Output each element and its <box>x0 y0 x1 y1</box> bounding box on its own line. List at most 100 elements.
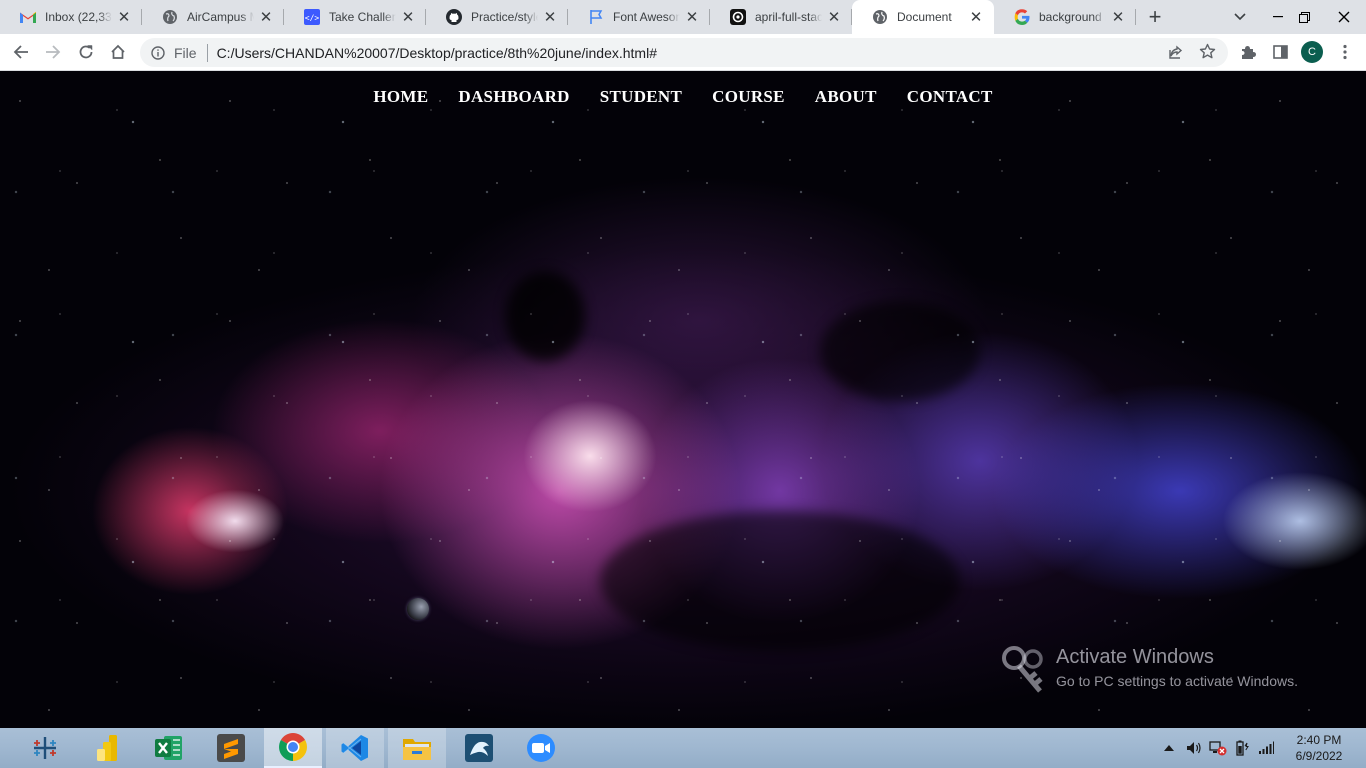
tab-inbox[interactable]: Inbox (22,331) ✕ <box>0 0 142 34</box>
windows-taskbar: 2:40 PM 6/9/2022 <box>0 728 1366 768</box>
restore-icon <box>1298 11 1310 23</box>
google-icon <box>1014 9 1030 25</box>
nav-contact-link[interactable]: CONTACT <box>907 87 993 107</box>
system-clock[interactable]: 2:40 PM 6/9/2022 <box>1283 732 1355 764</box>
new-tab-button[interactable]: + <box>1140 0 1170 34</box>
taskbar-power-bi[interactable] <box>78 728 136 768</box>
close-icon[interactable]: ✕ <box>400 9 416 26</box>
profile-avatar[interactable]: C <box>1301 41 1323 63</box>
url-text[interactable]: C:/Users/CHANDAN%20007/Desktop/practice/… <box>217 45 657 61</box>
taskbar-zoom[interactable] <box>512 728 570 768</box>
close-icon[interactable]: ✕ <box>1110 9 1126 26</box>
bookmark-star-icon[interactable] <box>1199 43 1216 63</box>
more-vertical-icon <box>1343 44 1347 60</box>
info-icon[interactable] <box>150 45 166 61</box>
key-icon <box>1002 646 1043 693</box>
speaker-icon <box>1187 742 1201 754</box>
tab-title: april-full-stack <box>755 10 822 24</box>
tableau-icon <box>34 737 56 759</box>
nav-dashboard-link[interactable]: DASHBOARD <box>458 87 569 107</box>
tab-take-challenge[interactable]: </> Take Challenge ✕ <box>284 0 426 34</box>
close-icon[interactable]: ✕ <box>968 9 984 26</box>
arrow-left-icon <box>13 45 28 59</box>
signal-button[interactable] <box>1256 728 1276 768</box>
extensions-button[interactable] <box>1235 39 1261 65</box>
github-icon <box>446 9 462 25</box>
excel-icon <box>155 736 182 760</box>
close-icon[interactable]: ✕ <box>258 9 274 26</box>
activate-windows-watermark: Activate Windows Go to PC settings to ac… <box>1000 645 1298 697</box>
gmail-icon <box>20 9 36 25</box>
show-hidden-icons-button[interactable] <box>1160 728 1178 768</box>
tab-document[interactable]: Document ✕ <box>852 0 994 34</box>
file-explorer-icon <box>403 739 431 760</box>
svg-text:</>: </> <box>305 14 320 23</box>
window-close-button[interactable] <box>1322 0 1366 34</box>
volume-button[interactable] <box>1184 728 1204 768</box>
puzzle-icon <box>1242 46 1256 59</box>
main-navigation: HOME DASHBOARD STUDENT COURSE ABOUT CONT… <box>0 87 1366 107</box>
page-viewport: HOME DASHBOARD STUDENT COURSE ABOUT CONT… <box>0 71 1366 728</box>
close-icon <box>1338 11 1350 23</box>
browser-tab-strip: Inbox (22,331) ✕ AirCampus Ma ✕ </> Take… <box>0 0 1366 34</box>
nav-student-link[interactable]: STUDENT <box>600 87 682 107</box>
taskbar-chrome[interactable] <box>264 728 322 768</box>
watermark-title: Activate Windows <box>1056 646 1214 668</box>
forward-button[interactable] <box>40 39 66 65</box>
battery-icon <box>1236 740 1249 756</box>
taskbar-tableau[interactable] <box>16 728 74 768</box>
signal-bars-icon <box>1259 741 1274 754</box>
vscode-icon <box>341 735 368 761</box>
tab-title: Practice/style.c <box>471 10 538 24</box>
nav-home-link[interactable]: HOME <box>373 87 428 107</box>
menu-button[interactable] <box>1332 39 1358 65</box>
share-icon[interactable] <box>1168 44 1184 63</box>
side-panel-button[interactable] <box>1267 39 1293 65</box>
tab-background-image[interactable]: background im ✕ <box>994 0 1136 34</box>
nav-about-link[interactable]: ABOUT <box>815 87 877 107</box>
nav-course-link[interactable]: COURSE <box>712 87 785 107</box>
taskbar-mysql-workbench[interactable] <box>450 728 508 768</box>
taskbar-excel[interactable] <box>140 728 198 768</box>
network-disconnected-icon <box>1209 741 1227 756</box>
close-icon[interactable]: ✕ <box>116 9 132 26</box>
tab-title: Document <box>897 10 952 24</box>
restore-button[interactable] <box>1288 0 1320 34</box>
close-icon[interactable]: ✕ <box>542 9 558 26</box>
tab-title: Font Awesome <box>613 10 680 24</box>
power-bi-icon <box>97 735 117 761</box>
chevron-up-icon <box>1164 745 1174 751</box>
address-divider <box>206 43 208 62</box>
close-icon[interactable]: ✕ <box>684 9 700 26</box>
tab-april-full-stack[interactable]: april-full-stack ✕ <box>710 0 852 34</box>
minimize-icon <box>1273 16 1283 18</box>
taskbar-vscode[interactable] <box>326 728 384 768</box>
taskbar-sublime-text[interactable] <box>202 728 260 768</box>
arrow-right-icon <box>46 45 61 59</box>
close-icon[interactable]: ✕ <box>826 9 842 26</box>
reload-icon <box>79 45 93 59</box>
taskbar-file-explorer[interactable] <box>388 728 446 768</box>
home-icon <box>111 44 125 59</box>
browser-toolbar: File C:/Users/CHANDAN%20007/Desktop/prac… <box>0 34 1366 71</box>
battery-button[interactable] <box>1232 728 1252 768</box>
scheme-label: File <box>174 44 197 61</box>
reload-button[interactable] <box>73 39 99 65</box>
tab-title: background im <box>1039 10 1106 24</box>
planet <box>407 598 429 620</box>
side-panel-icon <box>1272 45 1288 59</box>
back-button[interactable] <box>8 39 34 65</box>
tab-search-button[interactable] <box>1228 6 1252 28</box>
clock-date: 6/9/2022 <box>1295 749 1343 763</box>
network-status-button[interactable] <box>1208 728 1228 768</box>
mysql-workbench-icon <box>465 734 493 762</box>
home-button[interactable] <box>105 39 131 65</box>
flag-icon <box>588 9 604 25</box>
starfield <box>0 71 1366 728</box>
tab-font-awesome[interactable]: Font Awesome ✕ <box>568 0 710 34</box>
tab-aircampus[interactable]: AirCampus Ma ✕ <box>142 0 284 34</box>
tab-title: Inbox (22,331) <box>45 10 112 24</box>
tab-title: AirCampus Ma <box>187 10 254 24</box>
tab-practice-github[interactable]: Practice/style.c ✕ <box>426 0 568 34</box>
address-bar[interactable]: File C:/Users/CHANDAN%20007/Desktop/prac… <box>140 38 1228 67</box>
